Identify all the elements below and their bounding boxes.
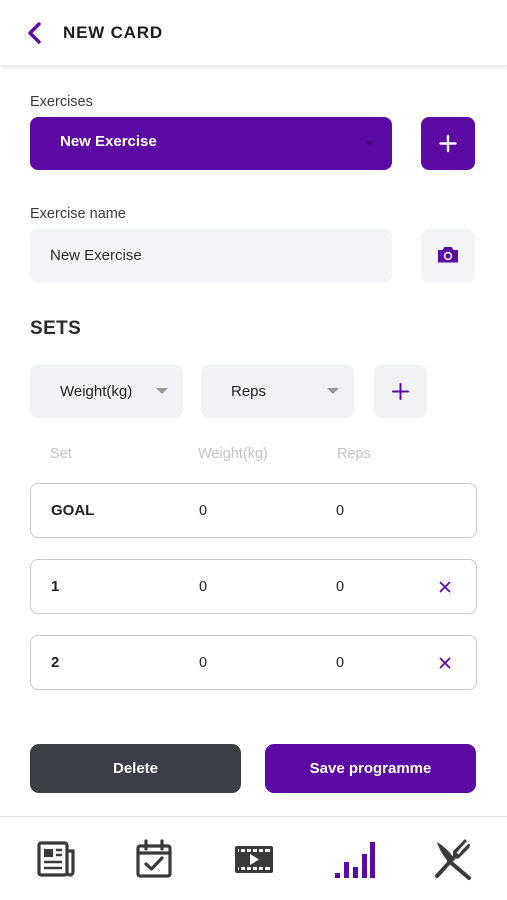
weight-value[interactable]: 0 xyxy=(199,503,207,519)
chevron-left-icon xyxy=(28,22,41,44)
tab-news[interactable] xyxy=(34,837,78,881)
set-row-goal: GOAL 0 0 xyxy=(30,483,477,538)
reps-value: Reps xyxy=(231,383,267,400)
camera-icon xyxy=(438,247,458,263)
remove-set-button[interactable] xyxy=(435,577,455,597)
sets-title: SETS xyxy=(30,318,82,339)
column-header-reps: Reps xyxy=(337,446,371,462)
column-header-weight: Weight(kg) xyxy=(198,446,268,462)
bottom-tab-bar xyxy=(0,816,507,900)
weight-unit-value: Weight(kg) xyxy=(60,383,133,400)
reps-value[interactable]: 0 xyxy=(336,503,344,519)
set-row: 1 0 0 xyxy=(30,559,477,614)
weight-unit-dropdown[interactable]: Weight(kg) xyxy=(30,365,183,418)
add-set-button[interactable] xyxy=(374,365,427,418)
save-programme-button[interactable]: Save programme xyxy=(265,744,476,793)
reps-dropdown[interactable]: Reps xyxy=(201,365,354,418)
reps-value[interactable]: 0 xyxy=(336,655,344,671)
set-label: 2 xyxy=(51,654,60,671)
camera-button[interactable] xyxy=(421,229,475,282)
video-icon xyxy=(235,846,273,873)
tab-statistics[interactable] xyxy=(331,837,375,881)
weight-value[interactable]: 0 xyxy=(199,579,207,595)
exercise-name-field[interactable] xyxy=(30,229,392,282)
column-header-set: Set xyxy=(50,446,72,462)
reps-value[interactable]: 0 xyxy=(336,579,344,595)
remove-set-button[interactable] xyxy=(435,653,455,673)
caret-down-icon xyxy=(156,388,168,394)
caret-down-icon xyxy=(327,388,339,394)
delete-button[interactable]: Delete xyxy=(30,744,241,793)
exercise-select-value: New Exercise xyxy=(60,133,157,150)
set-label: 1 xyxy=(51,578,60,595)
plus-icon xyxy=(392,383,409,400)
close-icon xyxy=(439,581,451,593)
add-exercise-button[interactable] xyxy=(421,117,475,170)
close-icon xyxy=(439,657,451,669)
page-title: NEW CARD xyxy=(63,23,163,42)
fork-knife-icon xyxy=(435,839,471,880)
set-label: GOAL xyxy=(51,502,95,519)
exercise-name-label: Exercise name xyxy=(30,206,126,222)
tab-calendar[interactable] xyxy=(132,837,176,881)
weight-value[interactable]: 0 xyxy=(199,655,207,671)
bar-chart-icon xyxy=(335,842,375,878)
tab-video[interactable] xyxy=(232,837,276,881)
caret-down-icon xyxy=(364,141,374,146)
news-icon xyxy=(37,841,75,877)
exercise-select[interactable]: New Exercise xyxy=(30,117,392,170)
back-button[interactable] xyxy=(22,20,48,46)
tab-nutrition[interactable] xyxy=(431,837,475,881)
plus-icon xyxy=(439,134,457,153)
top-app-bar: NEW CARD xyxy=(0,0,507,66)
exercises-label: Exercises xyxy=(30,94,93,110)
calendar-check-icon xyxy=(136,839,172,878)
set-row: 2 0 0 xyxy=(30,635,477,690)
